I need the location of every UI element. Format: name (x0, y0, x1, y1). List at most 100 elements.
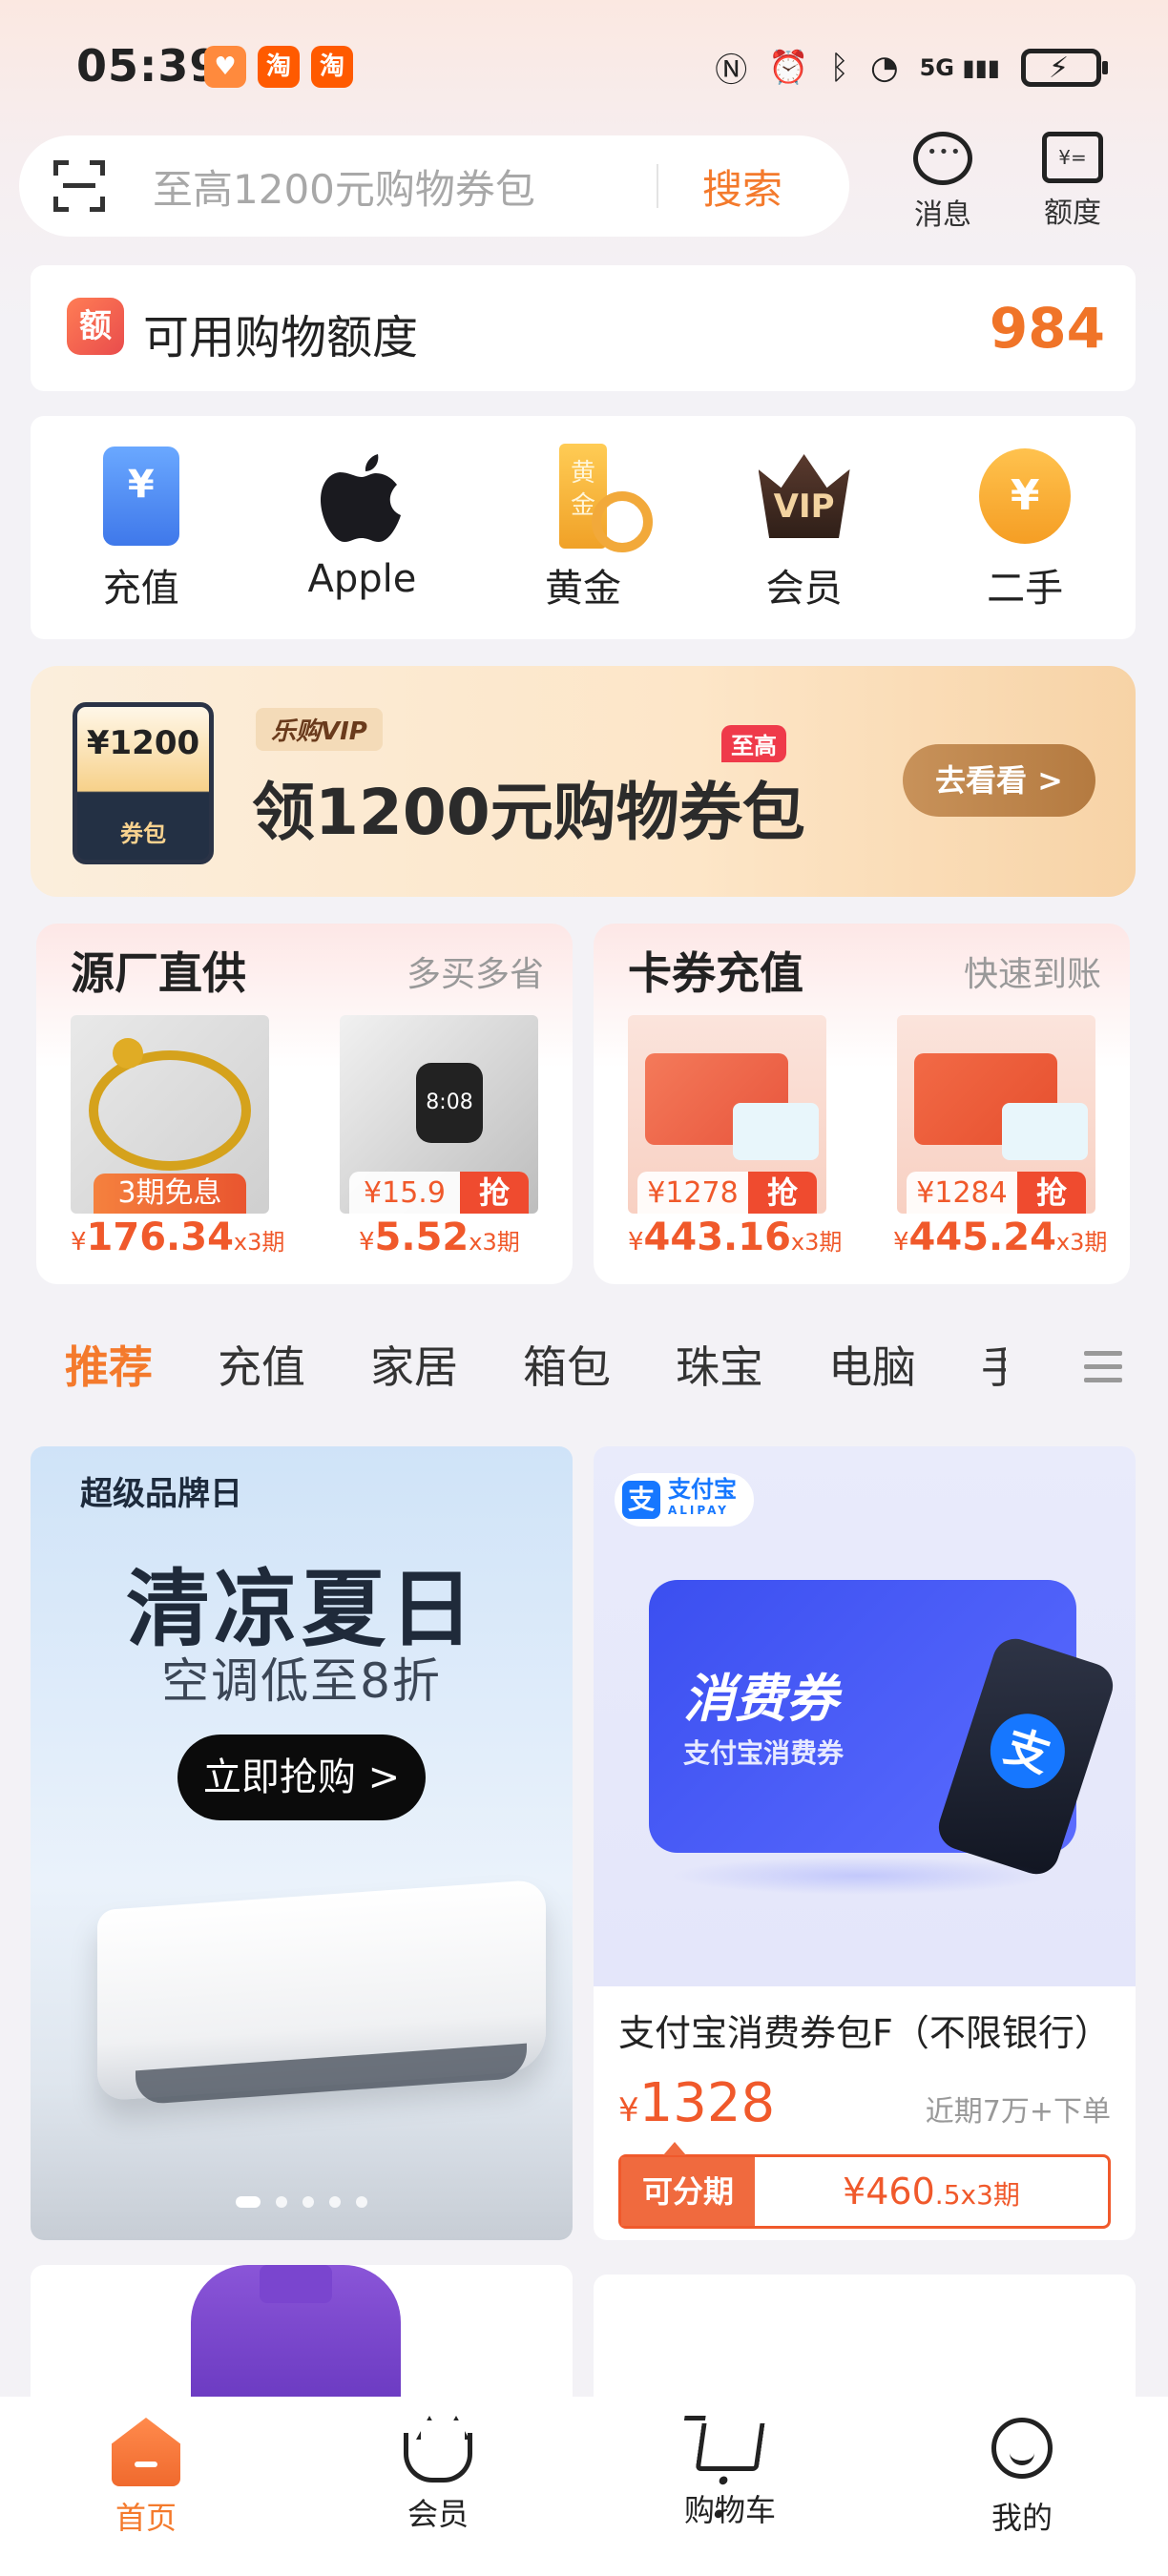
tag-price: ¥15.9 (364, 1175, 446, 1210)
carousel-dot (356, 2196, 367, 2208)
tab-home[interactable]: 家居 (370, 1333, 458, 1396)
carousel-dot (302, 2196, 314, 2208)
yonghui-card-image[interactable]: ¥1284 抢 (897, 1015, 1095, 1214)
credit-value: 984 (989, 296, 1105, 361)
crown-basket-icon (404, 2433, 472, 2483)
quick-label: 会员 (765, 567, 843, 611)
quick-item-gold[interactable]: 黄金 黄金 (472, 416, 694, 639)
wallet-icon: ¥= (1042, 132, 1103, 183)
tab-menu-icon[interactable] (1084, 1351, 1122, 1391)
recharge-icon: ¥ (102, 447, 179, 546)
coupon-card: 消费券 支付宝消费券 支 (649, 1580, 1119, 1880)
promo-subtitle: 多买多省 (406, 955, 544, 994)
tab-computer[interactable]: 电脑 (828, 1333, 916, 1396)
status-time: 05:39 (76, 40, 221, 92)
installment-button[interactable]: 可分期 ¥460.5x3期 (618, 2142, 1111, 2229)
status-icons: Ⓝ ⏰ ᛒ ◔ 5G ▮▮▮ ⚡ (715, 44, 1108, 91)
quick-item-vip[interactable]: VIP 会员 (694, 416, 915, 639)
feed-card-aircon[interactable]: 超级品牌日 清凉夏日 空调低至8折 立即抢购 > (31, 1446, 573, 2240)
chat-bubble-icon (913, 132, 972, 185)
coupon-card-title: 消费券 (683, 1669, 838, 1729)
alipay-mark-icon: 支 (980, 1704, 1074, 1798)
vip-tag: 乐购VIP (256, 708, 383, 751)
quick-item-secondhand[interactable]: ¥ 二手 (914, 416, 1136, 639)
promo-subtitle: 快速到账 (963, 955, 1101, 994)
home-icon (112, 2418, 180, 2486)
messages-button[interactable]: 消息 (886, 132, 1000, 233)
tab-recharge[interactable]: 充值 (218, 1333, 305, 1396)
quota-button[interactable]: ¥= 额度 (1015, 132, 1130, 231)
interest-free-badge: 3期免息 (94, 1174, 246, 1214)
quick-item-recharge[interactable]: ¥ 充值 (31, 416, 252, 639)
tag-price: ¥1284 (916, 1175, 1008, 1210)
apple-icon (316, 445, 407, 548)
credit-card[interactable]: 额 可用购物额度 984 (31, 265, 1136, 391)
sales-count: 近期7万+下单 (925, 2095, 1111, 2129)
installment-value: ¥460.5x3期 (843, 2171, 1020, 2212)
bracelet-image[interactable]: 3期免息 (71, 1015, 269, 1214)
grab-label: 抢 (460, 1172, 529, 1214)
product-title: 支付宝消费券包F（不限银行） (618, 2012, 1111, 2054)
nav-member[interactable]: 会员 (292, 2397, 584, 2576)
nav-label: 会员 (407, 2496, 469, 2532)
carousel-dot (236, 2196, 261, 2208)
vip-icon: VIP (758, 454, 850, 538)
phone-icon: 支 (932, 1632, 1119, 1880)
carousel-dot (329, 2196, 341, 2208)
quick-label: Apple (307, 557, 417, 601)
feed-card-alipay[interactable]: 支 支付宝 ALIPAY 消费券 支付宝消费券 支 支付宝消费券包F（不限银行） … (594, 1446, 1136, 2240)
grab-label: 抢 (748, 1172, 817, 1214)
search-button[interactable]: 搜索 (702, 157, 782, 216)
feed-card-next[interactable] (594, 2275, 1136, 2399)
search-input[interactable]: 至高1200元购物券包 (153, 157, 657, 216)
glow-decoration (670, 1857, 1052, 1895)
feed-card-detergent[interactable] (31, 2265, 573, 2399)
tab-jewelry[interactable]: 珠宝 (676, 1333, 763, 1396)
tag-price: ¥1278 (647, 1175, 739, 1210)
feed-subtitle: 空调低至8折 (161, 1653, 442, 1709)
battery-icon: ⚡ (1021, 48, 1108, 87)
nav-cart[interactable]: 购物车 (584, 2397, 876, 2576)
tab-phone[interactable]: 手 (981, 1333, 1006, 1396)
alipay-coupon-image: 支 支付宝 ALIPAY 消费券 支付宝消费券 支 (594, 1446, 1136, 1986)
gift-card-icon (733, 1103, 819, 1160)
bluetooth-icon: ᛒ (829, 48, 849, 87)
nav-home[interactable]: 首页 (0, 2397, 292, 2576)
promo-price: ¥176.34x3期 (71, 1215, 285, 1259)
nfc-icon: Ⓝ (715, 52, 748, 90)
buy-now-button[interactable]: 立即抢购 > (177, 1735, 426, 1820)
coupon-card-subtitle: 支付宝消费券 (683, 1737, 845, 1769)
product-price: ¥1328 (618, 2072, 776, 2134)
alipay-mark-icon: 支 (622, 1481, 660, 1519)
watch-icon: 8:08 (416, 1063, 483, 1143)
tab-bags[interactable]: 箱包 (523, 1333, 611, 1396)
promo-card-factory[interactable]: 源厂直供 多买多省 3期免息 8:08 ¥15.9 抢 ¥176.34x3期 ¥… (36, 924, 573, 1284)
bottom-nav: 首页 会员 购物车 我的 (0, 2397, 1168, 2576)
max-badge: 至高 (721, 725, 786, 762)
tianhong-card-image[interactable]: ¥1278 抢 (628, 1015, 826, 1214)
quick-label: 充值 (102, 567, 179, 611)
alipay-logo: 支 支付宝 ALIPAY (615, 1473, 754, 1527)
price-tag: ¥15.9 抢 (349, 1172, 529, 1214)
promo-price: ¥5.52x3期 (359, 1215, 520, 1259)
promo-price: ¥443.16x3期 (628, 1215, 843, 1259)
smile-icon (991, 2418, 1053, 2479)
scan-icon[interactable] (53, 160, 105, 212)
promo-card-recharge[interactable]: 卡券充值 快速到账 ¥1278 抢 ¥1284 抢 ¥443.16x3期 ¥44… (594, 924, 1130, 1284)
coupon-banner[interactable]: ¥1200 券包 乐购VIP 至高 领1200元购物券包 去看看 > (31, 666, 1136, 897)
taobao-app-icon: 淘 (311, 46, 353, 88)
quick-item-apple[interactable]: Apple (252, 416, 473, 639)
quota-label: 额度 (1044, 197, 1101, 230)
wifi-icon: ◔ (869, 48, 899, 87)
banner-go-button[interactable]: 去看看 > (903, 744, 1095, 817)
credit-label: 可用购物额度 (143, 311, 419, 364)
nav-label: 首页 (115, 2500, 177, 2536)
smartwatch-image[interactable]: 8:08 ¥15.9 抢 (340, 1015, 538, 1214)
nav-me[interactable]: 我的 (876, 2397, 1168, 2576)
promo-title: 卡券充值 (628, 947, 803, 999)
tab-recommend[interactable]: 推荐 (65, 1333, 153, 1396)
search-bar[interactable]: 至高1200元购物券包 搜索 (19, 135, 849, 237)
quick-label: 二手 (987, 567, 1064, 611)
signal-icon: 5G ▮▮▮ (919, 53, 1000, 81)
bottle-cap (260, 2265, 332, 2303)
